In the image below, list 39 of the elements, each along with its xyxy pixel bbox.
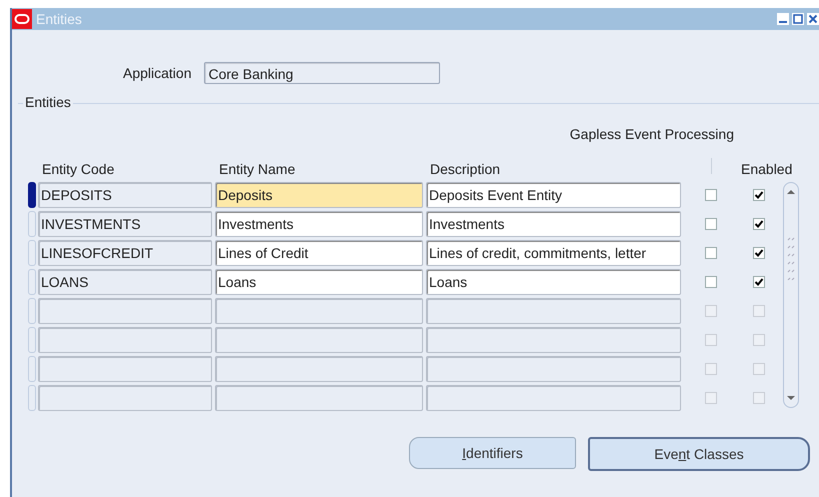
- entity-name-field[interactable]: Deposits: [215, 182, 423, 208]
- entity-code-cell: INVESTMENTS: [38, 211, 212, 237]
- group-header: Gapless Event Processing: [570, 126, 734, 142]
- vertical-scrollbar[interactable]: [783, 182, 799, 408]
- minimize-icon[interactable]: [777, 13, 789, 25]
- down-arrow-icon[interactable]: [786, 394, 796, 402]
- column-header: Entity Code: [41, 160, 116, 178]
- gapless-checkbox[interactable]: [705, 276, 717, 288]
- gapless-checkbox[interactable]: [705, 218, 717, 230]
- entity-name-field[interactable]: Loans: [215, 269, 423, 295]
- oval-logo-icon: [12, 9, 32, 29]
- close-icon[interactable]: [807, 13, 819, 25]
- row-indicator[interactable]: [28, 182, 36, 208]
- entity-name-field[interactable]: Lines of Credit: [215, 240, 423, 266]
- event-classes-button[interactable]: Event Classes: [588, 437, 810, 471]
- description-field[interactable]: Loans: [426, 269, 681, 295]
- description-field[interactable]: Lines of credit, commitments, letter: [426, 240, 681, 266]
- window-title: Entities: [36, 11, 82, 27]
- enabled-checkbox[interactable]: [753, 218, 765, 230]
- column-header: Enabled: [741, 160, 794, 178]
- enabled-checkbox[interactable]: [753, 247, 765, 259]
- gapless-checkbox[interactable]: [705, 247, 717, 259]
- maximize-icon[interactable]: [792, 13, 804, 25]
- column-header: Entity Name: [218, 160, 296, 178]
- scroll-grip-icon[interactable]: [787, 236, 795, 280]
- description-field[interactable]: Deposits Event Entity: [426, 182, 681, 208]
- entity-code-cell: LOANS: [38, 269, 212, 295]
- up-arrow-icon[interactable]: [786, 188, 796, 196]
- field-label: Application: [123, 65, 192, 81]
- application-field[interactable]: Core Banking: [204, 62, 440, 84]
- entity-code-cell: DEPOSITS: [38, 182, 212, 208]
- column-header: Description: [429, 160, 502, 178]
- enabled-checkbox[interactable]: [753, 189, 765, 201]
- entity-name-field[interactable]: Investments: [215, 211, 423, 237]
- enabled-checkbox[interactable]: [753, 276, 765, 288]
- entity-code-cell: LINESOFCREDIT: [38, 240, 212, 266]
- description-field[interactable]: Investments: [426, 211, 681, 237]
- identifiers-button[interactable]: Identifiers: [409, 437, 576, 469]
- gapless-checkbox[interactable]: [705, 189, 717, 201]
